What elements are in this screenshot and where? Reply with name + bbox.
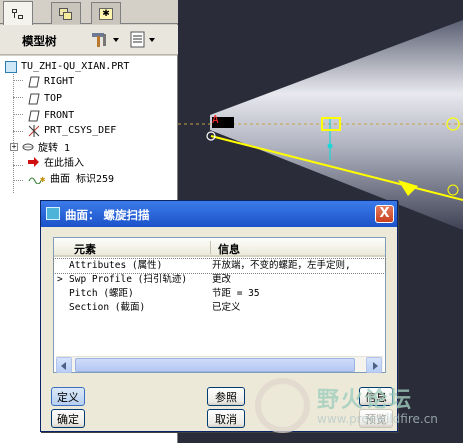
datum-plane-icon [28, 110, 40, 122]
chevron-down-icon [113, 38, 119, 42]
chevron-right-icon: > [57, 274, 63, 285]
chevron-down-icon [149, 38, 155, 42]
settings-dropdown-button[interactable] [90, 30, 119, 50]
list-row-swp-profile[interactable]: > Swp Profile (扫引轨迹) 更改 [54, 273, 385, 287]
surface-icon: ✱ [28, 172, 46, 185]
panel-tab-strip: ✱ [0, 0, 178, 25]
watermark-url: www.proewildfire.cn [317, 412, 438, 426]
tree-icon [11, 8, 25, 20]
svg-text:✱: ✱ [40, 175, 46, 184]
insert-arrow-icon [28, 156, 40, 168]
tree-node-label: FRONT [44, 110, 75, 121]
dialog-title: 曲面： 螺旋扫描 [65, 208, 150, 222]
tree-node-insert-here[interactable]: 在此插入 [28, 154, 84, 169]
list-header: 元素 信息 [54, 238, 385, 257]
datum-plane-icon [28, 93, 40, 105]
row-element: Pitch (螺距) [69, 288, 134, 299]
dialog-titlebar[interactable]: 曲面： 螺旋扫描 X [41, 201, 397, 227]
csys-icon [28, 124, 40, 137]
scrollbar-thumb[interactable] [75, 358, 355, 372]
row-info: 节距 = 35 [212, 288, 260, 299]
row-element: Section (截面) [69, 302, 146, 313]
tree-toolbar: 模型树 [0, 25, 178, 55]
tree-node-label: RIGHT [44, 76, 75, 87]
tree-node-root[interactable]: TU_ZHI-QU_XIAN.PRT [5, 59, 129, 74]
expand-icon[interactable]: + [10, 142, 18, 151]
tree-node-surface[interactable]: ✱ 曲面 标识259 [28, 170, 114, 185]
tree-node-front[interactable]: FRONT [28, 108, 74, 123]
references-button[interactable]: 参照 [207, 387, 245, 406]
row-element: Attributes (属性) [69, 260, 163, 271]
row-info: 已定义 [212, 302, 241, 313]
tree-node-right[interactable]: RIGHT [28, 74, 74, 89]
list-row-section[interactable]: Section (截面) 已定义 [54, 301, 385, 315]
row-element: Swp Profile (扫引轨迹) [69, 274, 188, 285]
tree-node-label: TU_ZHI-QU_XIAN.PRT [21, 61, 130, 72]
tree-node-csys[interactable]: PRT_CSYS_DEF [28, 123, 116, 138]
close-button[interactable]: X [375, 205, 394, 223]
row-info: 开放端，不变的螺距，左手定则, [212, 260, 351, 271]
element-list: 元素 信息 Attributes (属性) 开放端，不变的螺距，左手定则, > … [53, 237, 386, 373]
tree-node-label: 在此插入 [44, 158, 84, 169]
tab-model-tree[interactable] [3, 1, 33, 25]
watermark-logo-icon [255, 378, 310, 433]
tab-layers[interactable] [51, 2, 81, 24]
scroll-right-button[interactable] [366, 357, 382, 373]
revolved-surface [210, 20, 463, 230]
row-info: 更改 [212, 274, 232, 285]
part-icon [5, 60, 17, 73]
tree-title: 模型树 [22, 34, 57, 48]
define-button[interactable]: 定义 [51, 387, 85, 406]
cancel-button[interactable]: 取消 [207, 409, 245, 428]
list-icon [130, 31, 145, 48]
tree-node-label: PRT_CSYS_DEF [44, 125, 117, 136]
tree-node-label: 旋转 1 [38, 143, 71, 154]
tree-node-top[interactable]: TOP [28, 91, 62, 106]
datum-plane-icon [28, 76, 40, 88]
scroll-left-button[interactable] [56, 357, 72, 373]
watermark-text: 野火论坛 [317, 388, 414, 413]
tab-favorites[interactable]: ✱ [91, 2, 121, 24]
csys-label: A [212, 113, 219, 126]
arrow-right-icon [373, 362, 378, 370]
watermark: 野火论坛 www.proewildfire.cn [255, 378, 455, 438]
arrow-left-icon [61, 362, 66, 370]
horizontal-scrollbar[interactable] [56, 356, 383, 373]
layers-icon [59, 7, 73, 20]
list-row-attributes[interactable]: Attributes (属性) 开放端，不变的螺距，左手定则, [53, 258, 386, 274]
show-dropdown-button[interactable] [130, 30, 155, 50]
tree-node-label: TOP [44, 93, 63, 104]
dialog-icon [46, 207, 60, 220]
star-icon: ✱ [99, 7, 113, 20]
list-row-pitch[interactable]: Pitch (螺距) 节距 = 35 [54, 287, 385, 301]
tree-node-label: 曲面 标识259 [50, 174, 115, 185]
close-icon: X [379, 206, 390, 221]
column-header-element[interactable]: 元素 [74, 241, 96, 257]
tree-connector [13, 71, 14, 193]
column-header-info[interactable]: 信息 [218, 241, 240, 257]
tree-node-revolve[interactable]: + 旋转 1 [10, 139, 70, 154]
revolve-icon [22, 141, 34, 153]
ok-button[interactable]: 确定 [51, 409, 85, 428]
tools-icon [92, 33, 106, 47]
